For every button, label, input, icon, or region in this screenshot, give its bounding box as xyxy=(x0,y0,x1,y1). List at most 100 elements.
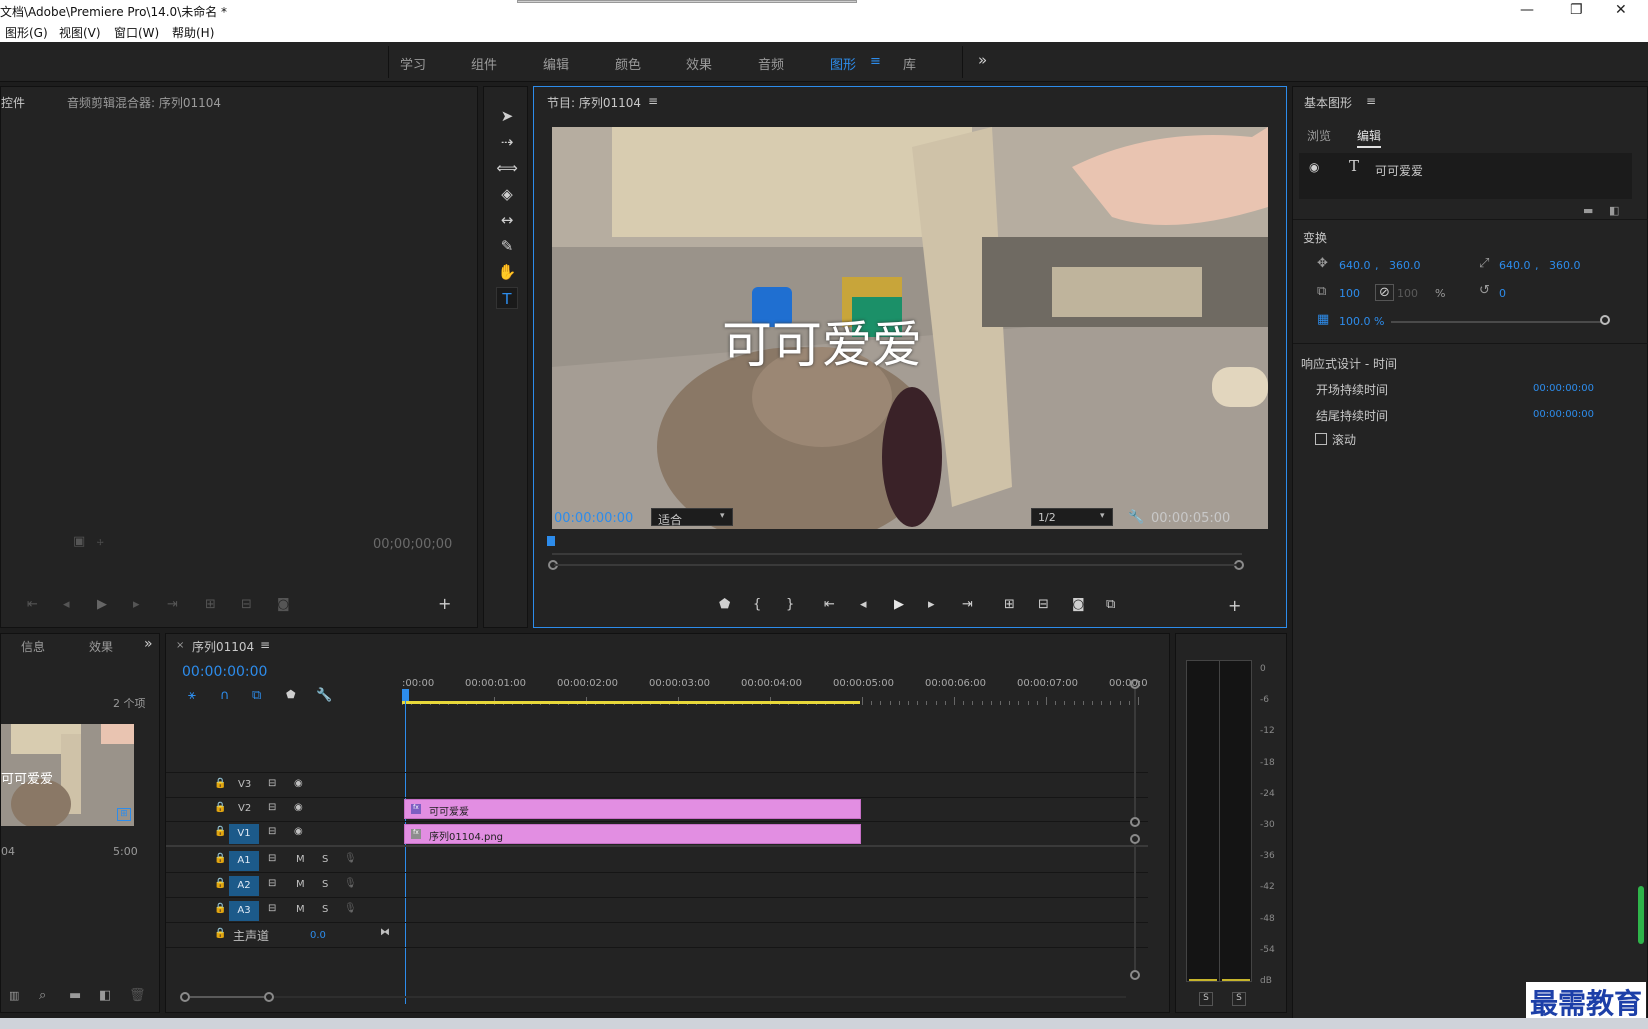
ripple-edit-tool-icon[interactable]: ⟺ xyxy=(496,157,518,179)
scrub-bar[interactable] xyxy=(552,553,1242,555)
step-back-icon[interactable]: ◂ xyxy=(63,598,70,611)
selection-tool-icon[interactable]: ➤ xyxy=(496,105,518,127)
step-forward-icon[interactable]: ▸ xyxy=(133,598,140,611)
comparison-view-icon[interactable]: ⧉ xyxy=(1106,598,1115,611)
lock-icon[interactable]: 🔒 xyxy=(214,928,226,939)
anchor-y-value[interactable]: 360.0 xyxy=(1549,259,1581,272)
horizontal-scroll-thumb[interactable] xyxy=(190,996,264,998)
tab-libraries[interactable]: 库 xyxy=(903,54,916,73)
menu-help[interactable]: 帮助(H) xyxy=(172,24,214,41)
add-button-icon[interactable]: + xyxy=(1228,596,1241,615)
vertical-scroll-handle-top[interactable] xyxy=(1130,834,1140,844)
slip-tool-icon[interactable]: ↔ xyxy=(496,209,518,231)
tab-effect-controls[interactable]: 控件 xyxy=(1,94,25,111)
scale-value[interactable]: 100 xyxy=(1339,287,1360,300)
vertical-scrollbar-video[interactable] xyxy=(1134,689,1136,817)
track-label-v3[interactable]: V3 xyxy=(238,779,251,790)
timeline-settings-wrench-icon[interactable]: 🔧 xyxy=(316,689,332,702)
clip-v2-title[interactable]: fx 可可爱爱 xyxy=(404,799,861,819)
workspaces-overflow-icon[interactable]: » xyxy=(978,51,987,69)
mark-in-icon[interactable]: { xyxy=(753,598,761,611)
zoom-bar[interactable] xyxy=(554,564,1236,566)
eye-icon[interactable]: ◉ xyxy=(294,802,303,813)
tab-effects[interactable]: 效果 xyxy=(686,54,712,73)
tab-color[interactable]: 颜色 xyxy=(615,54,641,73)
add-marker-icon[interactable]: ⬟ xyxy=(719,598,730,611)
export-frame-camera-icon[interactable]: ◙ xyxy=(1072,598,1085,611)
opacity-slider-thumb[interactable] xyxy=(1600,315,1610,325)
tab-effects-panel[interactable]: 效果 xyxy=(89,638,113,655)
track-label-v2[interactable]: V2 xyxy=(238,803,251,814)
project-item-thumbnail[interactable]: 可可爱爱 ⊞ xyxy=(1,724,134,826)
track-target-a2[interactable]: A2 xyxy=(229,876,259,896)
horizontal-scrollbar[interactable] xyxy=(274,996,1126,998)
lock-icon[interactable]: 🔒 xyxy=(214,802,226,813)
menu-view[interactable]: 视图(V) xyxy=(59,24,101,41)
microphone-icon[interactable]: 🎙 xyxy=(344,878,357,889)
vertical-scroll-handle-top[interactable] xyxy=(1130,679,1140,689)
step-forward-icon[interactable]: ▸ xyxy=(928,598,935,611)
playhead[interactable] xyxy=(547,536,555,546)
type-tool-icon[interactable]: T xyxy=(496,287,518,309)
position-x-value[interactable]: 640.0 xyxy=(1339,259,1371,272)
go-to-out-icon[interactable]: ⇥ xyxy=(962,598,973,611)
tab-editing[interactable]: 编辑 xyxy=(543,54,569,73)
track-select-tool-icon[interactable]: ⇢ xyxy=(496,131,518,153)
tab-graphics[interactable]: 图形 xyxy=(830,54,856,73)
lock-icon[interactable]: 🔒 xyxy=(214,853,226,864)
work-area-bar[interactable] xyxy=(402,701,860,704)
tab-assembly[interactable]: 组件 xyxy=(471,54,497,73)
eye-icon[interactable]: ◉ xyxy=(294,826,303,837)
lock-icon[interactable]: 🔒 xyxy=(214,826,226,837)
add-button-icon[interactable]: + xyxy=(438,596,451,612)
clip-v1-image[interactable]: fx 序列01104.png xyxy=(404,824,861,844)
mark-out-icon[interactable]: ⇥ xyxy=(167,598,178,611)
overwrite-clip-icon[interactable]: ⊟ xyxy=(241,598,252,611)
hand-tool-icon[interactable]: ✋ xyxy=(496,261,518,283)
fit-select[interactable]: 适合 ▾ xyxy=(651,508,733,527)
position-y-value[interactable]: 360.0 xyxy=(1389,259,1421,272)
tab-browse[interactable]: 浏览 xyxy=(1307,127,1331,144)
minimize-button[interactable]: — xyxy=(1520,2,1534,18)
snap-magnet-icon[interactable]: ∩ xyxy=(220,689,230,702)
sync-lock-icon[interactable]: ⊟ xyxy=(268,878,276,889)
solo-button[interactable]: S xyxy=(322,879,328,890)
new-item-icon[interactable]: ◧ xyxy=(99,989,111,1002)
sync-lock-icon[interactable]: ⊟ xyxy=(268,903,276,914)
track-target-a1[interactable]: A1 xyxy=(229,851,259,871)
razor-tool-icon[interactable]: ◈ xyxy=(496,183,518,205)
intro-duration-value[interactable]: 00:00:00:00 xyxy=(1533,383,1594,394)
essential-graphics-menu-icon[interactable]: ≡ xyxy=(1366,94,1376,108)
lock-icon[interactable]: 🔒 xyxy=(214,878,226,889)
menu-graphics[interactable]: 图形(G) xyxy=(5,24,48,41)
microphone-icon[interactable]: 🎙 xyxy=(344,903,357,914)
resolution-select[interactable]: 1/2 ▾ xyxy=(1031,508,1113,526)
play-icon[interactable]: ▶ xyxy=(97,598,107,611)
track-target-a3[interactable]: A3 xyxy=(229,901,259,921)
tab-audio-clip-mixer[interactable]: 音频剪辑混合器: 序列01104 xyxy=(67,94,221,111)
microphone-icon[interactable]: 🎙 xyxy=(344,853,357,864)
opacity-value[interactable]: 100.0 % xyxy=(1339,315,1384,328)
sync-lock-icon[interactable]: ⊟ xyxy=(268,853,276,864)
master-volume-value[interactable]: 0.0 xyxy=(310,930,326,941)
solo-button[interactable]: S xyxy=(322,854,328,865)
vertical-scroll-handle-bottom[interactable] xyxy=(1130,970,1140,980)
list-view-icon[interactable]: ▥ xyxy=(9,990,19,1001)
go-to-next-icon[interactable]: ⧓ xyxy=(380,927,390,938)
mark-in-icon[interactable]: ⇤ xyxy=(27,598,38,611)
insert-clip-icon[interactable]: ⊞ xyxy=(205,598,216,611)
folder-icon[interactable]: ▬ xyxy=(69,989,81,1002)
layer-item-name[interactable]: 可可爱爱 xyxy=(1375,162,1423,179)
go-to-in-icon[interactable]: ⇤ xyxy=(824,598,835,611)
opacity-slider-track[interactable] xyxy=(1391,321,1605,323)
solo-left-button[interactable]: S xyxy=(1199,992,1213,1006)
workspace-menu-icon[interactable]: ≡ xyxy=(870,54,881,69)
search-icon[interactable]: ⌕ xyxy=(39,989,46,1002)
close-sequence-icon[interactable]: × xyxy=(176,640,184,651)
outro-duration-value[interactable]: 00:00:00:00 xyxy=(1533,409,1594,420)
lock-icon[interactable]: 🔒 xyxy=(214,903,226,914)
nest-icon[interactable]: ⚹ xyxy=(188,689,196,702)
play-icon[interactable]: ▶ xyxy=(894,598,904,611)
rotation-value[interactable]: 0 xyxy=(1499,287,1506,300)
camera-icon[interactable]: ◙ xyxy=(277,598,290,611)
